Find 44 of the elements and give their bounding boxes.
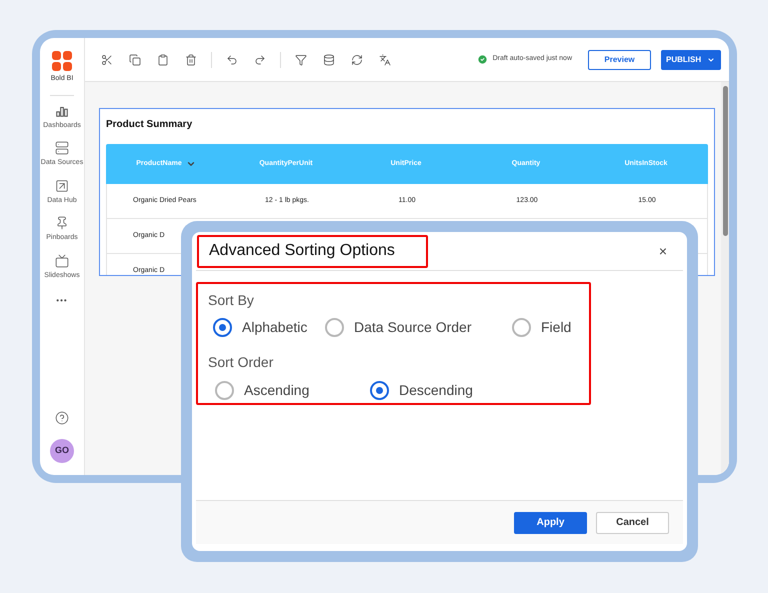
logo-icon [52, 51, 72, 71]
radio-option[interactable]: Alphabetic [213, 317, 325, 338]
radio-label: Ascending [244, 381, 310, 400]
radio-option[interactable]: Ascending [215, 380, 370, 401]
undo-icon[interactable] [226, 54, 238, 66]
more-menu[interactable]: ••• [56, 295, 68, 307]
publish-button[interactable]: PUBLISH [661, 50, 721, 70]
radio-label: Descending [399, 381, 473, 400]
tv-icon [54, 254, 69, 268]
section-label: Sort Order [208, 353, 274, 372]
radio-label: Alphabetic [242, 318, 308, 337]
copy-icon[interactable] [129, 54, 141, 66]
pin-icon [55, 216, 69, 230]
help-icon[interactable] [55, 411, 69, 425]
check-circle-icon [476, 54, 488, 65]
caret-icon [707, 56, 716, 64]
apply-button[interactable]: Apply [514, 512, 587, 534]
radio-button[interactable] [325, 318, 344, 337]
translate-icon[interactable] [379, 54, 391, 66]
scrollbar[interactable] [721, 82, 729, 475]
radio-label: Data Source Order [354, 318, 472, 337]
user-avatar[interactable]: GO [50, 439, 74, 463]
filter-icon[interactable] [295, 54, 307, 66]
delete-icon[interactable] [185, 54, 197, 66]
cut-icon[interactable] [101, 54, 113, 66]
preview-button[interactable]: Preview [588, 50, 651, 70]
clipboard-icon[interactable] [157, 54, 169, 66]
redo-icon[interactable] [254, 54, 266, 66]
server-icon [54, 141, 69, 155]
radio-button[interactable] [370, 381, 389, 400]
refresh-icon[interactable] [351, 54, 363, 66]
close-button[interactable]: × [658, 240, 667, 262]
radio-button[interactable] [512, 318, 531, 337]
radio-button[interactable] [215, 381, 234, 400]
radio-option[interactable]: Descending [370, 380, 473, 401]
database-icon[interactable] [323, 54, 335, 66]
section-label: Sort By [208, 291, 255, 310]
radio-button[interactable] [213, 318, 232, 337]
radio-option[interactable]: Field [512, 317, 572, 338]
cancel-button[interactable]: Cancel [596, 512, 669, 534]
widget-title: Product Summary [106, 118, 194, 132]
radio-label: Field [541, 318, 572, 337]
radio-option[interactable]: Data Source Order [325, 317, 512, 338]
dialog-title: Advanced Sorting Options [197, 234, 428, 268]
